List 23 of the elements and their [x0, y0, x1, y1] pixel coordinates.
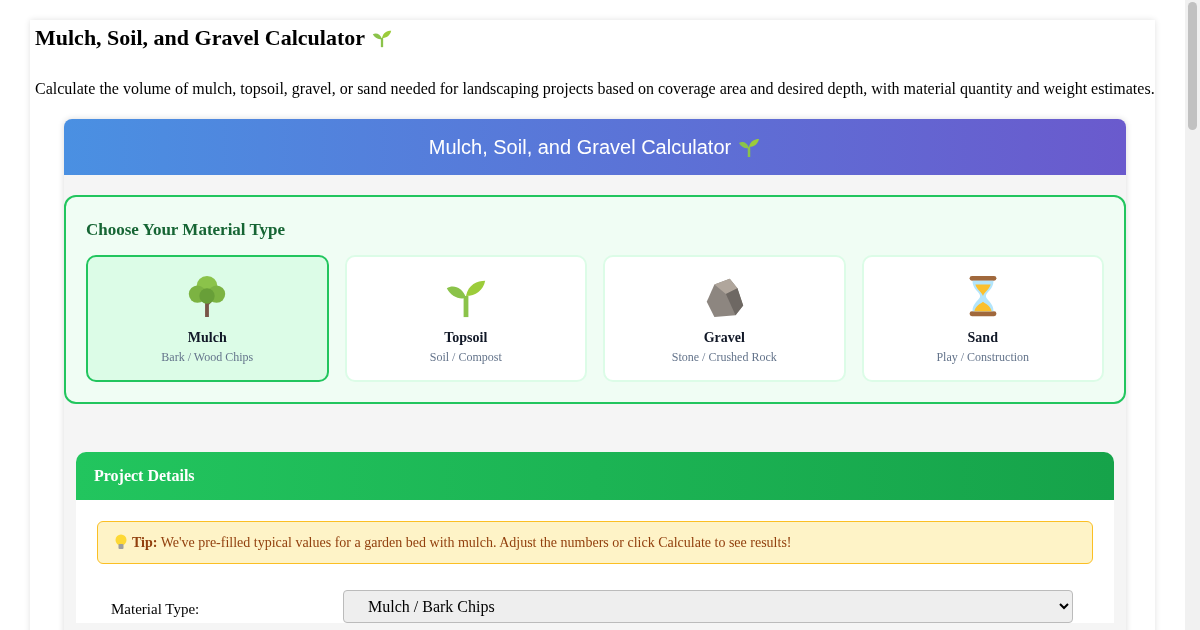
material-name: Sand: [967, 328, 998, 347]
page-description: Calculate the volume of mulch, topsoil, gravel, or sand needed for landscaping projects based on coverage area and desired depth, with material quantity and weight estimates.: [35, 79, 1155, 100]
field-label: Material Type:: [111, 600, 201, 620]
material-name: Topsoil: [444, 328, 488, 347]
material-subtitle: Bark / Wood Chips: [161, 348, 254, 366]
section-heading: Choose Your Material Type: [86, 219, 287, 242]
material-name: Mulch: [187, 328, 227, 347]
material-option[interactable]: Topsoil Soil / Compost: [344, 254, 587, 382]
material-name: Gravel: [703, 328, 745, 347]
material-option[interactable]: Gravel Stone / Crushed Rock: [603, 254, 846, 382]
material-option[interactable]: Mulch Bark / Wood Chips: [86, 254, 329, 382]
card-header: Project Details: [76, 451, 1114, 500]
material-select[interactable]: Mulch / Bark Chips: [343, 589, 1073, 623]
tip-text: Tip: We've pre-filled typical values for a garden bed with mulch. Adjust the numbers or click Calculate to see results!: [132, 533, 792, 552]
material-option[interactable]: Sand Play / Construction: [861, 254, 1104, 382]
material-subtitle: Soil / Compost: [429, 348, 502, 366]
page-title: Mulch, Soil, and Gravel Calculator: [35, 25, 365, 52]
scrollbar[interactable]: [1185, 0, 1200, 630]
lightbulb-icon: [114, 534, 128, 551]
material-subtitle: Stone / Crushed Rock: [671, 348, 777, 366]
calculator-title: Mulch, Soil, and Gravel Calculator: [428, 135, 732, 161]
material-subtitle: Play / Construction: [936, 348, 1030, 366]
scrollbar-thumb[interactable]: [1188, 2, 1197, 130]
